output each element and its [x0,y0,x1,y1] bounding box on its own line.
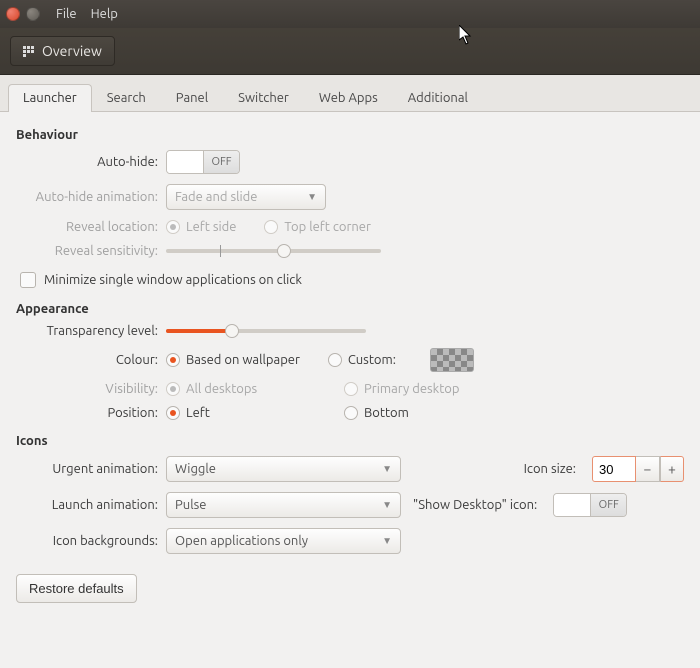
urgent-animation-dropdown[interactable]: Wiggle ▼ [166,456,401,482]
chevron-down-icon: ▼ [382,463,392,475]
transparency-label: Transparency level: [16,324,166,338]
colour-wallpaper-label: Based on wallpaper [186,353,300,367]
visibility-primary-radio[interactable]: Primary desktop [344,382,460,396]
auto-hide-label: Auto-hide: [16,155,166,169]
position-left-radio[interactable]: Left [166,406,316,420]
chevron-down-icon: ▼ [307,191,317,203]
reveal-sensitivity-label: Reveal sensitivity: [16,244,166,258]
grid-icon [23,46,34,57]
radio-icon [344,382,358,396]
position-left-label: Left [186,406,210,420]
menubar: File Help [56,7,118,21]
position-label: Position: [16,406,166,420]
icon-backgrounds-label: Icon backgrounds: [16,534,166,548]
colour-wallpaper-radio[interactable]: Based on wallpaper [166,353,300,367]
launch-animation-value: Pulse [175,498,206,512]
reveal-top-left-radio[interactable]: Top left corner [264,220,370,234]
icon-size-increment[interactable]: + [660,456,684,482]
urgent-animation-label: Urgent animation: [16,462,166,476]
radio-icon [166,220,180,234]
minimize-checkbox[interactable] [20,272,36,288]
tab-switcher[interactable]: Switcher [223,84,304,112]
position-bottom-label: Bottom [364,406,409,420]
visibility-primary-label: Primary desktop [364,382,460,396]
tab-search[interactable]: Search [92,84,161,112]
reveal-left-side-label: Left side [186,220,236,234]
reveal-top-left-label: Top left corner [284,220,370,234]
appearance-heading: Appearance [16,302,684,316]
visibility-all-radio[interactable]: All desktops [166,382,316,396]
menu-help[interactable]: Help [91,7,118,21]
menu-file[interactable]: File [56,7,77,21]
radio-icon [328,353,342,367]
tab-additional[interactable]: Additional [393,84,483,112]
icon-backgrounds-dropdown[interactable]: Open applications only ▼ [166,528,401,554]
colour-custom-radio[interactable]: Custom: [328,353,396,367]
toolbar: Overview [0,28,700,75]
urgent-animation-value: Wiggle [175,462,216,476]
show-desktop-toggle[interactable]: OFF [553,493,627,517]
launch-animation-label: Launch animation: [16,498,166,512]
icon-size-decrement[interactable]: − [636,456,660,482]
close-icon[interactable] [6,7,20,21]
radio-icon [264,220,278,234]
minimize-icon[interactable] [26,7,40,21]
auto-hide-animation-value: Fade and slide [175,190,257,204]
auto-hide-state: OFF [203,151,239,173]
visibility-all-label: All desktops [186,382,257,396]
tab-webapps[interactable]: Web Apps [304,84,393,112]
transparency-slider[interactable] [166,329,366,333]
launch-animation-dropdown[interactable]: Pulse ▼ [166,492,401,518]
auto-hide-animation-label: Auto-hide animation: [16,190,166,204]
icon-size-input[interactable] [592,456,636,482]
radio-icon [166,406,180,420]
radio-icon [344,406,358,420]
radio-icon [166,353,180,367]
tab-content: Behaviour Auto-hide: OFF Auto-hide anima… [0,112,700,615]
reveal-location-label: Reveal location: [16,220,166,234]
tab-panel[interactable]: Panel [161,84,223,112]
minimize-label: Minimize single window applications on c… [44,273,302,287]
position-bottom-radio[interactable]: Bottom [344,406,409,420]
icon-backgrounds-value: Open applications only [175,534,308,548]
auto-hide-toggle[interactable]: OFF [166,150,240,174]
auto-hide-animation-dropdown[interactable]: Fade and slide ▼ [166,184,326,210]
colour-custom-label: Custom: [348,353,396,367]
restore-defaults-button[interactable]: Restore defaults [16,574,137,603]
chevron-down-icon: ▼ [382,535,392,547]
colour-label: Colour: [16,353,166,367]
show-desktop-state: OFF [590,494,626,516]
radio-icon [166,382,180,396]
icon-size-label: Icon size: [524,462,584,476]
show-desktop-label: "Show Desktop" icon: [413,498,545,512]
chevron-down-icon: ▼ [382,499,392,511]
titlebar: File Help [0,0,700,28]
reveal-left-side-radio[interactable]: Left side [166,220,236,234]
overview-label: Overview [42,43,102,59]
colour-swatch-button[interactable] [430,348,474,372]
behaviour-heading: Behaviour [16,128,684,142]
tab-bar: Launcher Search Panel Switcher Web Apps … [0,75,700,112]
icons-heading: Icons [16,434,684,448]
tab-launcher[interactable]: Launcher [8,84,92,112]
overview-button[interactable]: Overview [10,36,115,66]
visibility-label: Visibility: [16,382,166,396]
reveal-sensitivity-slider[interactable] [166,249,381,253]
